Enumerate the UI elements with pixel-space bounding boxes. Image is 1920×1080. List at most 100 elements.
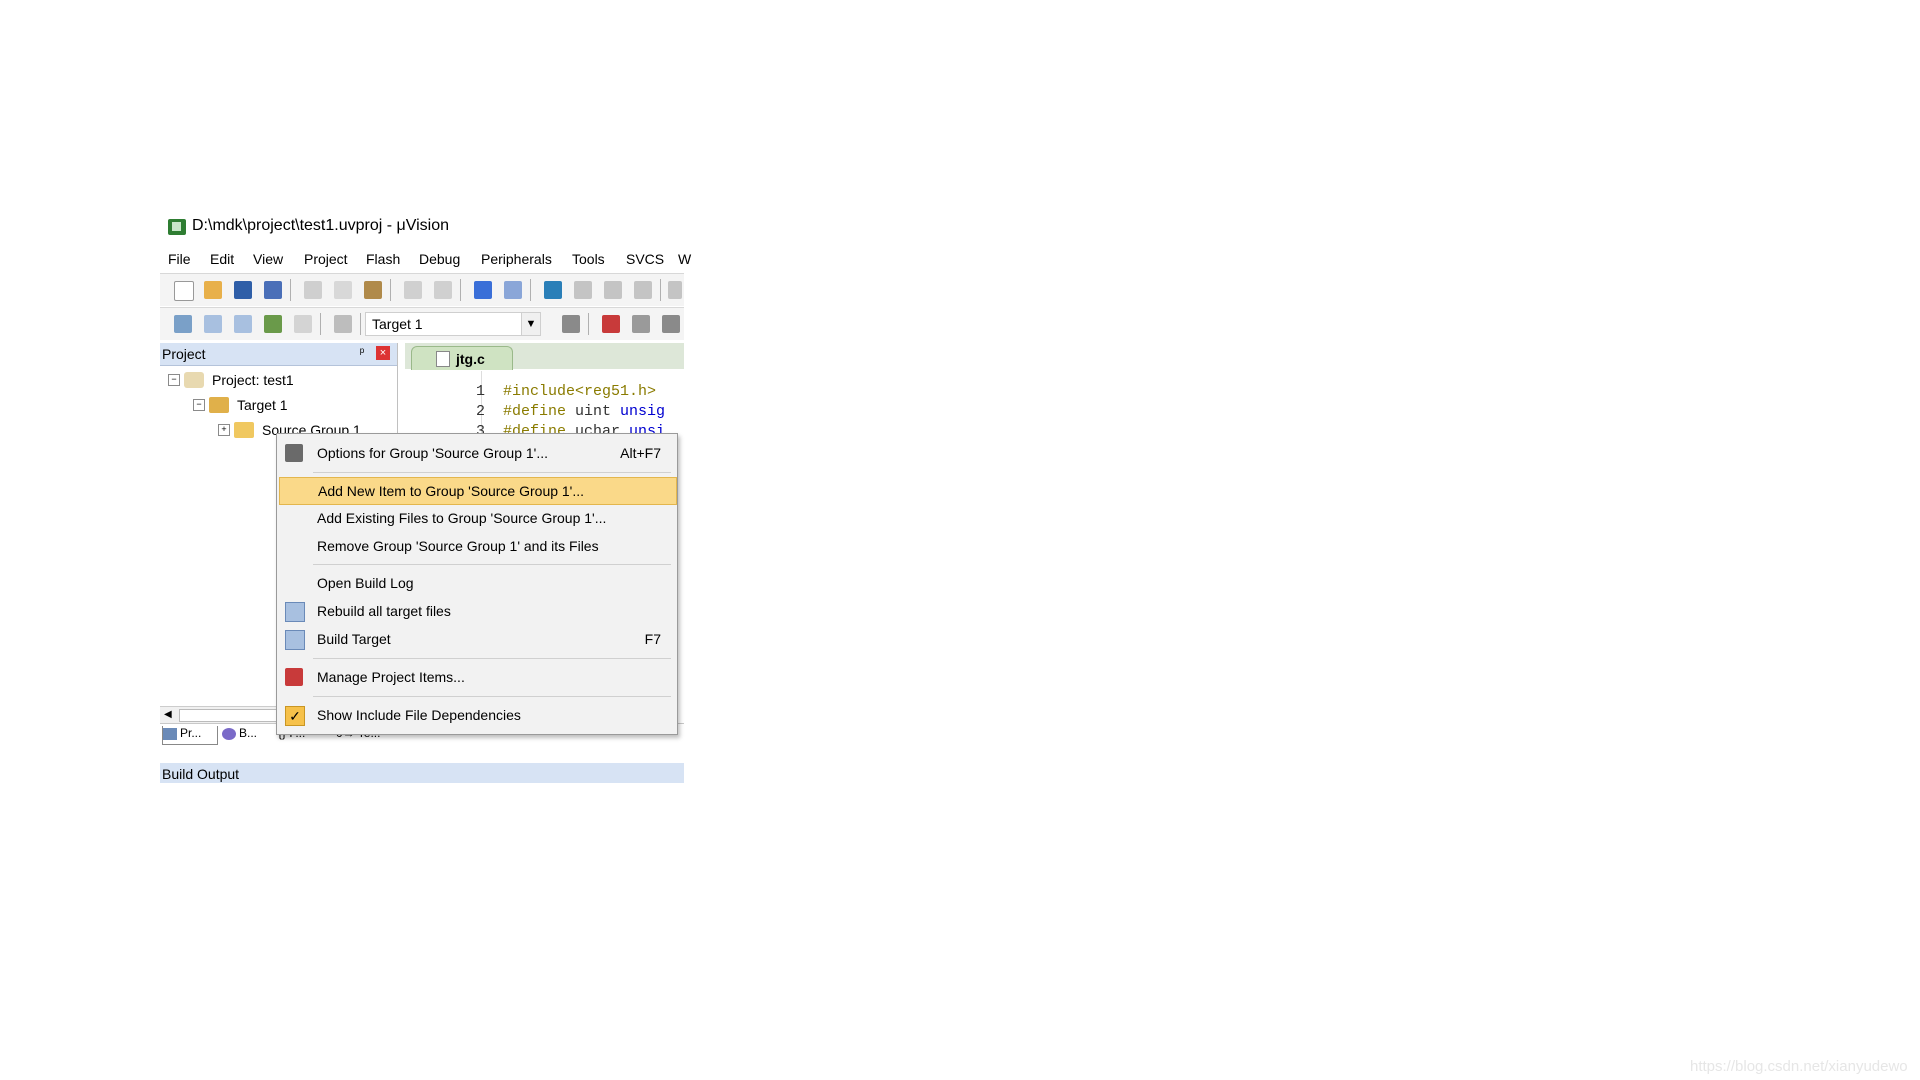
file-toolbar <box>160 273 684 306</box>
menu-item-label: Build Target <box>317 631 391 647</box>
tab-project[interactable]: Pr... <box>162 726 218 745</box>
menu-item-label: Add New Item to Group 'Source Group 1'..… <box>318 483 585 499</box>
collapse-icon[interactable]: − <box>193 399 205 411</box>
tab-jtg-c[interactable]: jtg.c <box>411 346 513 370</box>
prev-bookmark-icon[interactable] <box>574 281 592 299</box>
stop-build-icon[interactable] <box>294 315 312 333</box>
menu-view[interactable]: View <box>253 251 283 267</box>
menu-item-manage-project-items[interactable]: Manage Project Items... <box>279 664 675 690</box>
toolbar-separator <box>660 279 661 301</box>
folder-icon <box>234 422 254 438</box>
menu-item-add-new-item[interactable]: Add New Item to Group 'Source Group 1'..… <box>279 477 677 505</box>
toolbar-separator <box>320 313 321 335</box>
menu-item-add-existing-files[interactable]: Add Existing Files to Group 'Source Grou… <box>279 505 675 531</box>
menu-bar: File Edit View Project Flash Debug Perip… <box>160 247 691 271</box>
menu-separator <box>313 658 671 659</box>
menu-item-open-build-log[interactable]: Open Build Log <box>279 570 675 596</box>
menu-project[interactable]: Project <box>304 251 348 267</box>
tab-books[interactable]: B... <box>222 726 272 744</box>
menu-window[interactable]: W <box>678 251 691 267</box>
batch-build-icon[interactable] <box>264 315 282 333</box>
copy-icon[interactable] <box>334 281 352 299</box>
menu-item-label: Remove Group 'Source Group 1' and its Fi… <box>317 538 599 554</box>
redo-icon[interactable] <box>434 281 452 299</box>
title-bar: D:\mdk\project\test1.uvproj - μVision <box>160 213 684 241</box>
editor-tab-strip: jtg.c <box>405 343 684 370</box>
books-tab-icon <box>222 727 236 740</box>
menu-flash[interactable]: Flash <box>366 251 400 267</box>
save-all-icon[interactable] <box>264 281 282 299</box>
pack-installer-icon[interactable] <box>662 315 680 333</box>
expand-icon[interactable]: + <box>218 424 230 436</box>
tab-label: Pr... <box>180 726 202 740</box>
tab-label: jtg.c <box>456 351 485 367</box>
build-output-title: Build Output <box>162 766 240 782</box>
menu-item-label: Open Build Log <box>317 575 414 591</box>
nav-forward-icon[interactable] <box>504 281 522 299</box>
menu-edit[interactable]: Edit <box>210 251 234 267</box>
menu-tools[interactable]: Tools <box>572 251 605 267</box>
tree-item-label: Target 1 <box>237 397 288 413</box>
menu-item-options-for-group[interactable]: Options for Group 'Source Group 1'... Al… <box>279 440 675 466</box>
toolbar-separator <box>588 313 589 335</box>
options-wand-icon[interactable] <box>562 315 580 333</box>
build-toolbar-icon[interactable] <box>204 315 222 333</box>
menu-item-shortcut: F7 <box>644 631 661 647</box>
menu-item-label: Manage Project Items... <box>317 669 465 685</box>
watermark: https://blog.csdn.net/xianyudewo <box>1690 1058 1908 1075</box>
context-menu: Options for Group 'Source Group 1'... Al… <box>276 433 678 735</box>
menu-item-rebuild-all[interactable]: Rebuild all target files <box>279 598 675 624</box>
menu-peripherals[interactable]: Peripherals <box>481 251 552 267</box>
collapse-icon[interactable]: − <box>168 374 180 386</box>
menu-debug[interactable]: Debug <box>419 251 460 267</box>
rebuild-icon <box>285 602 305 622</box>
uvision-app-icon <box>168 219 186 235</box>
toolbar-separator <box>390 279 391 301</box>
close-icon[interactable]: × <box>376 346 390 360</box>
manage-books-icon[interactable] <box>632 315 650 333</box>
undo-icon[interactable] <box>404 281 422 299</box>
code-text: #define uint unsig <box>503 403 665 420</box>
paste-icon[interactable] <box>364 281 382 299</box>
options-wand-icon <box>285 444 303 462</box>
save-icon[interactable] <box>234 281 252 299</box>
menu-item-show-include-deps[interactable]: ✓ Show Include File Dependencies <box>279 702 675 728</box>
toolbar-separator <box>290 279 291 301</box>
open-folder-icon[interactable] <box>204 281 222 299</box>
manage-project-icon[interactable] <box>602 315 620 333</box>
code-identifier: uint <box>566 403 621 420</box>
new-file-icon[interactable] <box>174 281 194 301</box>
pin-icon[interactable]: ᵖ <box>355 345 369 361</box>
tree-item-label: Project: test1 <box>212 372 294 388</box>
checkmark-icon: ✓ <box>285 706 305 726</box>
cut-icon[interactable] <box>304 281 322 299</box>
menu-file[interactable]: File <box>168 251 191 267</box>
nav-back-icon[interactable] <box>474 281 492 299</box>
menu-separator <box>313 696 671 697</box>
window-title: D:\mdk\project\test1.uvproj - μVision <box>192 217 450 234</box>
code-directive: #define <box>503 403 567 420</box>
file-icon <box>436 351 450 367</box>
translate-icon[interactable] <box>174 315 192 333</box>
menu-item-build-target[interactable]: Build Target F7 <box>279 626 675 652</box>
menu-item-remove-group[interactable]: Remove Group 'Source Group 1' and its Fi… <box>279 533 675 559</box>
project-panel-title: Project <box>162 346 206 362</box>
bookmark-icon[interactable] <box>544 281 562 299</box>
rebuild-toolbar-icon[interactable] <box>234 315 252 333</box>
menu-item-label: Add Existing Files to Group 'Source Grou… <box>317 510 607 526</box>
scroll-left-icon[interactable]: ◀ <box>164 709 172 720</box>
load-download-icon[interactable] <box>334 315 352 333</box>
next-bookmark-icon[interactable] <box>604 281 622 299</box>
menu-item-label: Rebuild all target files <box>317 603 451 619</box>
target-select[interactable]: Target 1 ▼ <box>365 312 541 336</box>
build-output-header: Build Output <box>160 763 684 783</box>
menu-svcs[interactable]: SVCS <box>626 251 664 267</box>
indent-icon[interactable] <box>668 281 682 299</box>
target-select-value: Target 1 <box>372 316 423 332</box>
toolbar-separator <box>460 279 461 301</box>
clear-bookmarks-icon[interactable] <box>634 281 652 299</box>
build-toolbar: Target 1 ▼ <box>160 307 684 340</box>
tab-label: B... <box>239 726 258 740</box>
chevron-down-icon[interactable]: ▼ <box>521 313 540 335</box>
build-icon <box>285 630 305 650</box>
